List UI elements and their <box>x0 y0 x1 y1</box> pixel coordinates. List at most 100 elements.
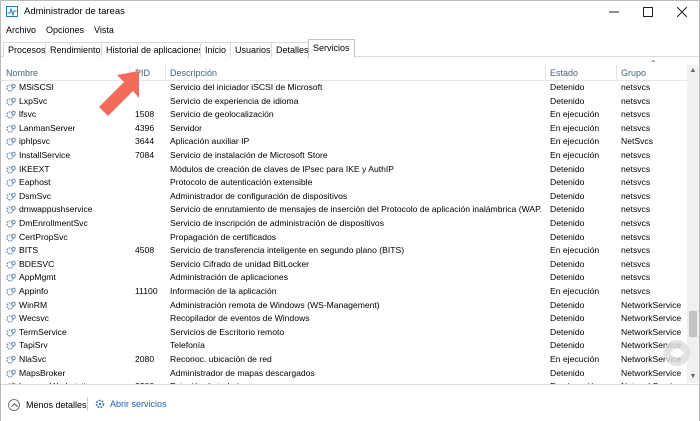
service-status: Detenido <box>550 313 585 324</box>
service-description: Administrador de mapas descargados <box>170 367 315 378</box>
minimize-icon <box>609 11 619 13</box>
service-row[interactable]: BITS 4508 Servicio de transferencia inteli… <box>1 244 687 258</box>
service-group: netsvcs <box>621 95 651 106</box>
menu-archivo[interactable]: Archivo <box>1 23 41 39</box>
vertical-scrollbar[interactable]: ▲ ▼ <box>687 65 699 383</box>
service-gear-icon <box>6 287 16 296</box>
service-status: Detenido <box>550 272 585 283</box>
service-row[interactable]: dmwappushservice Servicio de enrutamiento… <box>1 203 687 217</box>
service-status: Detenido <box>550 367 585 378</box>
maximize-button[interactable] <box>631 1 665 23</box>
service-name: DmEnrollmentSvc <box>19 218 88 228</box>
service-row[interactable]: DsmSvc Administrador de configuración de … <box>1 190 687 204</box>
chevron-up-icon <box>8 399 20 411</box>
service-group: NetworkService <box>621 299 682 310</box>
service-row[interactable]: Appinfo 11100 Información de la aplicación… <box>1 285 687 299</box>
service-description: Protocolo de autenticación extensible <box>170 177 313 188</box>
service-gear-icon <box>6 178 16 187</box>
service-pid: 4508 <box>135 245 155 256</box>
service-row[interactable]: NlaSvc 2080 Reconoc. ubicación de red En ej… <box>1 353 687 367</box>
service-row[interactable]: LanmanServer 4396 Servidor En ejecución nets… <box>1 122 687 136</box>
open-services-link[interactable]: Abrir servicios <box>94 398 167 410</box>
service-row[interactable]: WinRM Administración remota de Windows (W… <box>1 299 687 313</box>
close-icon <box>677 7 687 17</box>
service-row[interactable]: BDESVC Servicio Cifrado de unidad BitLock… <box>1 258 687 272</box>
service-name: TapiSrv <box>19 340 48 351</box>
tab-usuarios[interactable]: Usuarios <box>230 42 276 57</box>
service-description: Servidor <box>170 122 202 133</box>
service-group: netsvcs <box>621 231 651 242</box>
tab-rendimiento[interactable]: Rendimiento <box>45 42 106 57</box>
tab-historial[interactable]: Historial de aplicaciones <box>101 42 209 57</box>
column-grupo[interactable]: Grupo <box>621 68 646 78</box>
menu-vista[interactable]: Vista <box>89 23 119 39</box>
service-row[interactable]: iphlpsvc 3644 Aplicación auxiliar IP En eje… <box>1 135 687 149</box>
fewer-details-button[interactable]: Menos detalles <box>8 399 87 411</box>
service-status: Detenido <box>550 177 585 188</box>
service-description: Servicio del iniciador iSCSI de Microsof… <box>170 82 323 92</box>
service-group: netsvcs <box>621 122 651 133</box>
service-status: Detenido <box>550 258 585 269</box>
service-status: En ejecución <box>550 245 600 256</box>
service-row[interactable]: Eaphost Protocolo de autenticación extens… <box>1 176 687 190</box>
service-name: LanmanServer <box>19 122 76 133</box>
service-name: dmwappushservice <box>19 204 93 215</box>
column-estado[interactable]: Estado <box>550 68 578 78</box>
service-group: netsvcs <box>621 163 651 174</box>
title-bar: Administrador de tareas <box>1 1 699 23</box>
service-row[interactable]: CertPropSvc Propagación de certificados De… <box>1 231 687 245</box>
task-manager-window: Administrador de tareas Archivo Opciones… <box>0 0 700 421</box>
service-gear-icon <box>6 342 16 351</box>
service-row[interactable]: InstallService 7084 Servicio de instalació… <box>1 149 687 163</box>
scroll-thumb[interactable] <box>689 311 697 337</box>
service-pid: 2080 <box>135 354 155 364</box>
service-status: Detenido <box>550 95 585 106</box>
service-gear-icon <box>6 206 16 215</box>
service-row[interactable]: IKEEXT Módulos de creación de claves de I… <box>1 163 687 177</box>
service-status: En ejecución <box>550 286 600 296</box>
minimize-button[interactable] <box>597 1 631 23</box>
column-nombre[interactable]: Nombre <box>6 68 38 78</box>
service-row[interactable]: MapsBroker Administrador de mapas descarg… <box>1 367 687 381</box>
service-description: Módulos de creación de claves de IPsec p… <box>170 163 395 174</box>
service-description: Servicio de enrutamiento de mensajes de … <box>170 204 542 215</box>
service-description: Servicios de Escritorio remoto <box>170 326 285 337</box>
service-name: TermService <box>19 326 67 337</box>
service-row[interactable]: DmEnrollmentSvc Servicio de inscripción d… <box>1 217 687 231</box>
tab-inicio[interactable]: Inicio <box>200 42 232 57</box>
service-group: netsvcs <box>621 272 651 283</box>
service-description: Aplicación auxiliar IP <box>170 136 250 147</box>
service-gear-icon <box>6 301 16 310</box>
service-gear-icon <box>6 274 16 283</box>
service-name: DsmSvc <box>19 190 51 201</box>
close-button[interactable] <box>665 1 699 23</box>
service-status: Detenido <box>550 82 585 92</box>
tab-servicios[interactable]: Servicios <box>308 39 355 58</box>
column-divider <box>616 65 617 81</box>
service-pid: 3644 <box>135 136 155 147</box>
service-gear-icon <box>6 83 16 92</box>
service-status: En ejecución <box>550 354 600 364</box>
service-group: netsvcs <box>621 82 651 92</box>
service-description: Servicio Cifrado de unidad BitLocker <box>170 258 310 269</box>
service-gear-icon <box>6 151 16 160</box>
service-description: Información de la aplicación <box>170 286 277 296</box>
column-divider <box>165 65 166 81</box>
services-list: MSiSCSI Servicio del iniciador iSCSI de M… <box>1 81 687 384</box>
scroll-up-icon[interactable]: ▲ <box>687 65 699 77</box>
watermark-logo <box>664 340 690 366</box>
service-status: Detenido <box>550 340 585 351</box>
service-gear-icon <box>6 192 16 201</box>
service-description: Reconoc. ubicación de red <box>170 354 272 364</box>
service-row[interactable]: Wecsvc Recopilador de eventos de Windows D… <box>1 312 687 326</box>
service-row[interactable]: TapiSrv Telefonía Detenido NetworkService <box>1 339 687 353</box>
service-group: netsvcs <box>621 204 651 215</box>
menu-opciones[interactable]: Opciones <box>41 23 89 39</box>
fewer-details-label: Menos detalles <box>26 400 87 410</box>
service-row[interactable]: AppMgmt Administración de aplicaciones Det… <box>1 271 687 285</box>
column-descripcion[interactable]: Descripción <box>170 68 217 78</box>
service-row[interactable]: TermService Servicios de Escritorio remot… <box>1 326 687 340</box>
service-description: Servicio de experiencia de idioma <box>170 95 299 106</box>
tab-procesos[interactable]: Procesos <box>3 42 51 57</box>
tab-bar: Procesos Rendimiento Historial de aplica… <box>1 39 699 58</box>
